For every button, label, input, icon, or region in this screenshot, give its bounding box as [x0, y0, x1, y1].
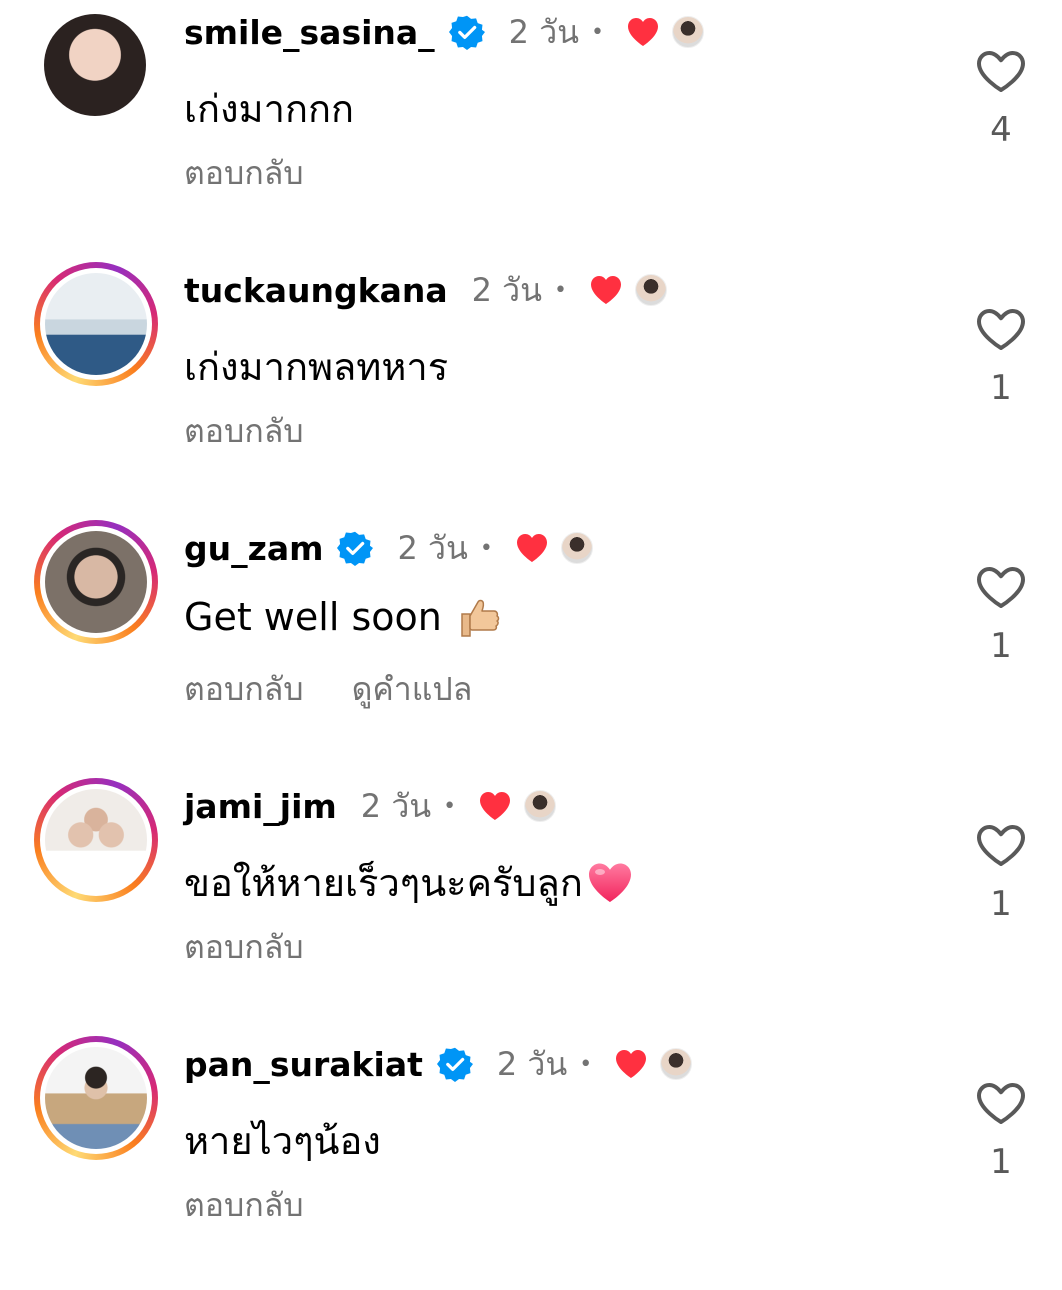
- avatar-image[interactable]: [45, 1047, 147, 1149]
- comment-actions: ตอบกลับ: [184, 406, 304, 457]
- creator-avatar: [560, 532, 593, 564]
- comment-text-content: หายไวๆน้อง: [184, 1119, 381, 1163]
- verified-badge-icon: [448, 15, 485, 50]
- username[interactable]: pan_surakiat: [184, 1045, 423, 1084]
- avatar-image[interactable]: [44, 14, 146, 116]
- avatar-image[interactable]: [45, 273, 147, 375]
- avatar-story-ring[interactable]: [34, 778, 158, 902]
- reply-button[interactable]: ตอบกลับ: [184, 928, 304, 966]
- reply-button[interactable]: ตอบกลับ: [184, 1186, 304, 1224]
- comment-text-content: เก่งมากกก: [184, 87, 354, 131]
- comment-actions: ตอบกลับ: [184, 1180, 304, 1231]
- comment-header: pan_surakiat 2 วัน •: [184, 1042, 693, 1086]
- creator-liked-heart-icon: [616, 1050, 647, 1078]
- creator-avatar: [635, 274, 667, 306]
- like-count: 1: [990, 884, 1012, 924]
- creator-liked-heart-icon: [628, 18, 659, 46]
- comment-text: เก่งมากพลทหาร: [184, 336, 448, 397]
- comment-time: 2 วัน: [397, 528, 468, 567]
- creator-liked-heart-icon: [516, 534, 547, 562]
- comment-text: เก่งมากกก: [184, 78, 354, 139]
- comment-text: Get well soon: [184, 594, 502, 640]
- comment-header: gu_zam 2 วัน •: [184, 526, 593, 570]
- avatar[interactable]: [44, 14, 146, 116]
- creator-avatar: [660, 1048, 693, 1080]
- avatar: [40, 784, 152, 896]
- creator-avatar: [524, 790, 557, 822]
- comment-header: smile_sasina_ 2 วัน •: [184, 10, 705, 54]
- comment-item: jami_jim 2 วัน • ขอให้หายเร็วๆนะครับลูก …: [0, 774, 1062, 1032]
- reply-button[interactable]: ตอบกลับ: [184, 670, 304, 708]
- avatar: [40, 268, 152, 380]
- like-count: 1: [990, 368, 1012, 408]
- comment-text-content: เก่งมากพลทหาร: [184, 345, 449, 389]
- comment-text-content: ขอให้หายเร็วๆนะครับลูก: [184, 861, 583, 905]
- comment-actions: ตอบกลับ ดูคำแปล: [184, 664, 472, 715]
- avatar-story-ring[interactable]: [34, 520, 158, 644]
- creator-avatar: [672, 16, 705, 48]
- separator-dot: •: [554, 277, 567, 303]
- comment-item: pan_surakiat 2 วัน • หายไวๆน้อง ตอบกลับ …: [0, 1032, 1062, 1290]
- avatar: [40, 1042, 152, 1154]
- creator-liked-heart-icon: [480, 792, 511, 820]
- avatar-story-ring[interactable]: [34, 262, 158, 386]
- avatar-image[interactable]: [45, 789, 147, 891]
- comment-time: 2 วัน: [508, 12, 580, 51]
- comment-item: tuckaungkana 2 วัน • เก่งมากพลทหาร ตอบกล…: [0, 258, 1062, 516]
- reply-button[interactable]: ตอบกลับ: [184, 412, 304, 450]
- username[interactable]: smile_sasina_: [184, 13, 435, 52]
- separator-dot: •: [579, 1051, 593, 1077]
- verified-badge-icon: [436, 1047, 473, 1082]
- separator-dot: •: [443, 793, 457, 819]
- like-heart-icon[interactable]: [976, 308, 1026, 352]
- pink-heart-icon: [588, 863, 631, 902]
- comment-text: ขอให้หายเร็วๆนะครับลูก: [184, 852, 633, 913]
- username[interactable]: jami_jim: [184, 787, 337, 826]
- like-heart-icon[interactable]: [976, 566, 1026, 610]
- reply-button[interactable]: ตอบกลับ: [184, 154, 304, 192]
- comment-header: jami_jim 2 วัน •: [184, 784, 557, 828]
- like-count: 4: [990, 110, 1012, 150]
- separator-dot: •: [591, 19, 605, 45]
- comment-item: smile_sasina_ 2 วัน • เก่งมากกก ตอบกลับ …: [0, 0, 1062, 258]
- like-heart-icon[interactable]: [976, 1082, 1026, 1126]
- avatar: [40, 526, 152, 638]
- comment-text: หายไวๆน้อง: [184, 1110, 381, 1171]
- avatar-image[interactable]: [45, 531, 147, 633]
- comment-header: tuckaungkana 2 วัน •: [184, 268, 667, 312]
- like-count: 1: [990, 626, 1012, 666]
- comment-text-content: Get well soon: [184, 595, 442, 639]
- comment-item: gu_zam 2 วัน • Get well soon ตอบกลับ ดูคำ…: [0, 516, 1062, 774]
- verified-badge-icon: [337, 531, 374, 566]
- comment-time: 2 วัน: [496, 1044, 568, 1083]
- separator-dot: •: [479, 535, 493, 561]
- like-heart-icon[interactable]: [976, 50, 1026, 94]
- username[interactable]: tuckaungkana: [184, 271, 448, 310]
- comment-actions: ตอบกลับ: [184, 922, 304, 973]
- like-count: 1: [990, 1142, 1012, 1182]
- creator-liked-heart-icon: [591, 276, 621, 304]
- thumbs-up-icon: [461, 599, 500, 637]
- comment-actions: ตอบกลับ: [184, 148, 304, 199]
- comment-time: 2 วัน: [471, 270, 543, 309]
- see-translation-button[interactable]: ดูคำแปล: [352, 670, 473, 708]
- like-heart-icon[interactable]: [976, 824, 1026, 868]
- comment-time: 2 วัน: [360, 786, 432, 825]
- username[interactable]: gu_zam: [184, 529, 323, 568]
- avatar-story-ring[interactable]: [34, 1036, 158, 1160]
